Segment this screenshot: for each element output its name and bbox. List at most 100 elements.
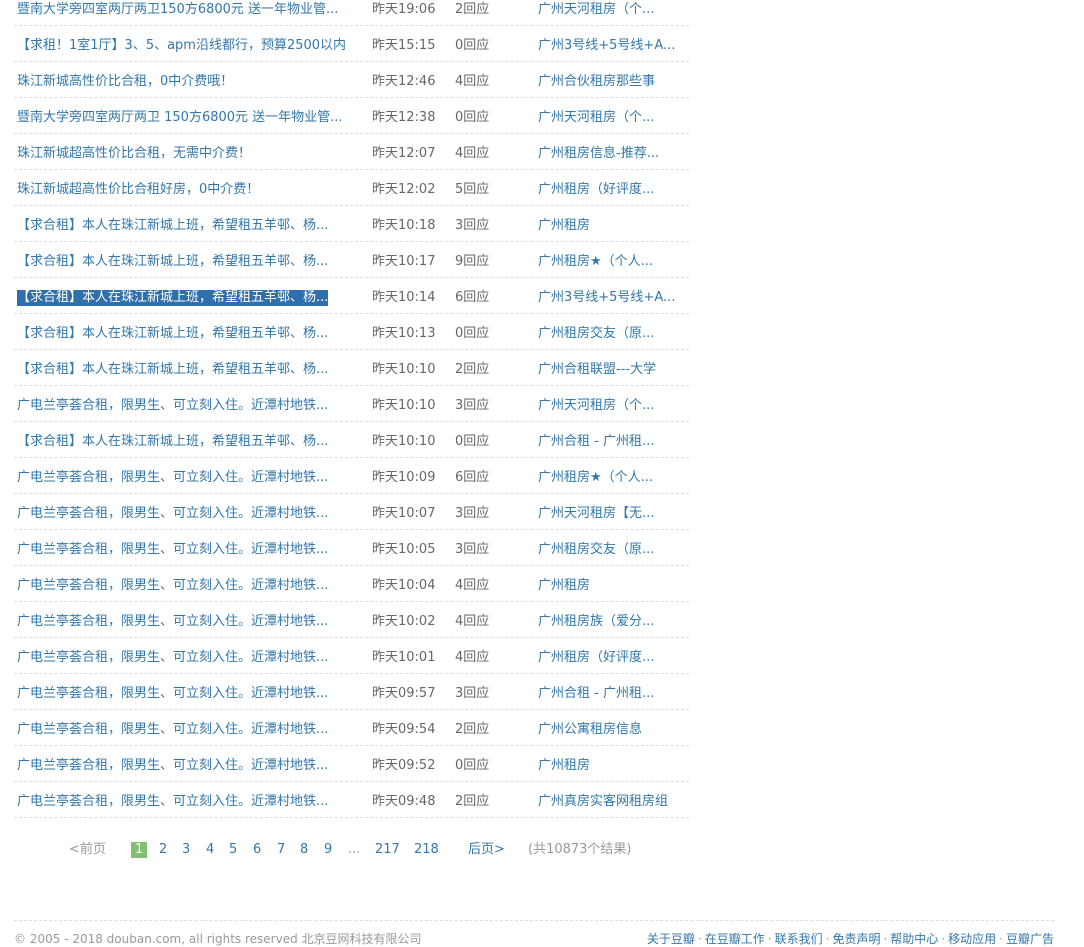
reply-count: 0回应 bbox=[455, 434, 490, 449]
group-name-link[interactable]: 广州合伙租房那些事 bbox=[538, 74, 655, 90]
topic-title-link[interactable]: 【求合租】本人在珠江新城上班，希望租五羊邨、杨... bbox=[17, 326, 328, 342]
table-row: 广电兰亭荟合租，限男生、可立刻入住。近潭村地铁... 昨天10:07 3回应 广州天河… bbox=[14, 494, 689, 530]
topic-title-link[interactable]: 广电兰亭荟合租，限男生、可立刻入住。近潭村地铁... bbox=[17, 650, 328, 666]
group-name-link[interactable]: 广州租房族（爱分... bbox=[538, 614, 654, 630]
table-row: 【求租！1室1厅】3、5、apm沿线都行，预算2500以内 昨天15:15 0回应 广… bbox=[14, 26, 689, 62]
topic-title-link[interactable]: 暨南大学旁四室两厅两卫150方6800元 送一年物业管... bbox=[17, 2, 338, 18]
topic-title-link[interactable]: 广电兰亭荟合租，限男生、可立刻入住。近潭村地铁... bbox=[17, 614, 328, 630]
topic-title-link[interactable]: 【求租！1室1厅】3、5、apm沿线都行，预算2500以内 bbox=[17, 38, 346, 54]
topic-title-link[interactable]: 广电兰亭荟合租，限男生、可立刻入住。近潭村地铁... bbox=[17, 758, 328, 774]
group-name-link[interactable]: 广州合租联盟---大学 bbox=[538, 362, 656, 378]
group-name-link[interactable]: 广州租房★（个人... bbox=[538, 254, 653, 270]
topic-title-link[interactable]: 珠江新城超高性价比合租好房，0中介费！ bbox=[17, 182, 259, 198]
footer-link[interactable]: 联系我们 bbox=[775, 932, 823, 946]
page-link-5[interactable]: 5 bbox=[229, 842, 237, 858]
group-name-link[interactable]: 广州3号线+5号线+A... bbox=[538, 38, 675, 54]
topic-title-link[interactable]: 【求合租】本人在珠江新城上班，希望租五羊邨、杨... bbox=[17, 254, 328, 270]
post-time: 昨天10:17 bbox=[372, 254, 436, 269]
topic-title-link[interactable]: 珠江新城超高性价比合租，无需中介费！ bbox=[17, 146, 251, 162]
group-name-link[interactable]: 广州租房 bbox=[538, 758, 590, 774]
table-row: 广电兰亭荟合租，限男生、可立刻入住。近潭村地铁... 昨天10:05 3回应 广州租房… bbox=[14, 530, 689, 566]
reply-count: 4回应 bbox=[455, 614, 490, 629]
group-name-link[interactable]: 广州3号线+5号线+A... bbox=[538, 290, 675, 306]
table-row: 【求合租】本人在珠江新城上班，希望租五羊邨、杨... 昨天10:17 9回应 广州租房… bbox=[14, 242, 689, 278]
topic-title-link[interactable]: 广电兰亭荟合租，限男生、可立刻入住。近潭村地铁... bbox=[17, 542, 328, 558]
topic-title-link[interactable]: 广电兰亭荟合租，限男生、可立刻入住。近潭村地铁... bbox=[17, 686, 328, 702]
footer-separator: · bbox=[825, 932, 830, 946]
group-name-link[interactable]: 广州天河租房（个... bbox=[538, 398, 654, 414]
group-name-link[interactable]: 广州租房交友（原... bbox=[538, 542, 654, 558]
table-row: 广电兰亭荟合租，限男生、可立刻入住。近潭村地铁... 昨天10:09 6回应 广州租房… bbox=[14, 458, 689, 494]
page-link-2[interactable]: 2 bbox=[159, 842, 167, 858]
topic-title-link[interactable]: 【求合租】本人在珠江新城上班，希望租五羊邨、杨... bbox=[17, 362, 328, 378]
topic-title-link[interactable]: 广电兰亭荟合租，限男生、可立刻入住。近潭村地铁... bbox=[17, 398, 328, 414]
group-name-link[interactable]: 广州真房实客网租房组 bbox=[538, 794, 668, 810]
page-link-218[interactable]: 218 bbox=[414, 842, 439, 858]
topic-title-link[interactable]: 广电兰亭荟合租，限男生、可立刻入住。近潭村地铁... bbox=[17, 794, 328, 810]
group-name-link[interactable]: 广州租房（好评度... bbox=[538, 182, 654, 198]
page-link-7[interactable]: 7 bbox=[277, 842, 285, 858]
topic-title-link[interactable]: 【求合租】本人在珠江新城上班，希望租五羊邨、杨... bbox=[17, 434, 328, 450]
footer-link[interactable]: 豆瓣广告 bbox=[1006, 932, 1054, 946]
table-row: 暨南大学旁四室两厅两卫 150方6800元 送一年物业管... 昨天12:38 0回… bbox=[14, 98, 689, 134]
post-time: 昨天12:38 bbox=[372, 110, 436, 125]
group-name-link[interactable]: 广州租房 bbox=[538, 218, 590, 234]
table-row: 广电兰亭荟合租，限男生、可立刻入住。近潭村地铁... 昨天10:04 4回应 广州租房 bbox=[14, 566, 689, 602]
reply-count: 9回应 bbox=[455, 254, 490, 269]
footer: © 2005 - 2018 douban.com, all rights res… bbox=[14, 920, 1054, 946]
reply-count: 6回应 bbox=[455, 290, 490, 305]
group-name-link[interactable]: 广州天河租房【无... bbox=[538, 506, 654, 522]
reply-count: 0回应 bbox=[455, 758, 490, 773]
post-time: 昨天09:48 bbox=[372, 794, 436, 809]
topic-title-link[interactable]: 广电兰亭荟合租，限男生、可立刻入住。近潭村地铁... bbox=[17, 722, 328, 738]
footer-link[interactable]: 移动应用 bbox=[948, 932, 996, 946]
table-row: 【求合租】本人在珠江新城上班，希望租五羊邨、杨... 昨天10:10 0回应 广州合租… bbox=[14, 422, 689, 458]
group-name-link[interactable]: 广州合租 - 广州租... bbox=[538, 434, 654, 450]
topic-title-link[interactable]: 广电兰亭荟合租，限男生、可立刻入住。近潭村地铁... bbox=[17, 506, 328, 522]
table-row: 【求合租】本人在珠江新城上班，希望租五羊邨、杨... 昨天10:18 3回应 广州租房 bbox=[14, 206, 689, 242]
reply-count: 0回应 bbox=[455, 326, 490, 341]
group-name-link[interactable]: 广州租房交友（原... bbox=[538, 326, 654, 342]
post-time: 昨天10:07 bbox=[372, 506, 436, 521]
page-link-8[interactable]: 8 bbox=[300, 842, 308, 858]
page-link-6[interactable]: 6 bbox=[253, 842, 261, 858]
group-name-link[interactable]: 广州租房 bbox=[538, 578, 590, 594]
page-link-217[interactable]: 217 bbox=[375, 842, 400, 858]
table-row: 广电兰亭荟合租，限男生、可立刻入住。近潭村地铁... 昨天09:54 2回应 广州公寓… bbox=[14, 710, 689, 746]
group-name-link[interactable]: 广州天河租房（个... bbox=[538, 2, 654, 18]
group-name-link[interactable]: 广州天河租房（个... bbox=[538, 110, 654, 126]
reply-count: 0回应 bbox=[455, 110, 490, 125]
reply-count: 3回应 bbox=[455, 218, 490, 233]
page-link-9[interactable]: 9 bbox=[324, 842, 332, 858]
post-time: 昨天10:09 bbox=[372, 470, 436, 485]
next-page-link[interactable]: 后页> bbox=[468, 842, 505, 858]
table-row: 广电兰亭荟合租，限男生、可立刻入住。近潭村地铁... 昨天10:02 4回应 广州租房… bbox=[14, 602, 689, 638]
footer-link[interactable]: 帮助中心 bbox=[890, 932, 938, 946]
page-link-3[interactable]: 3 bbox=[182, 842, 190, 858]
table-row: 广电兰亭荟合租，限男生、可立刻入住。近潭村地铁... 昨天10:10 3回应 广州天河… bbox=[14, 386, 689, 422]
footer-link[interactable]: 在豆瓣工作 bbox=[705, 932, 765, 946]
table-row: 珠江新城超高性价比合租，无需中介费！ 昨天12:07 4回应 广州租房信息-推荐... bbox=[14, 134, 689, 170]
topic-title-link[interactable]: 珠江新城高性价比合租，0中介费哦！ bbox=[17, 74, 233, 90]
table-row: 广电兰亭荟合租，限男生、可立刻入住。近潭村地铁... 昨天09:57 3回应 广州合租… bbox=[14, 674, 689, 710]
footer-links: 关于豆瓣 · 在豆瓣工作 · 联系我们 · 免责声明 · 帮助中心 · 移动应用 · 豆瓣广告 bbox=[647, 930, 1054, 947]
topic-title-link[interactable]: 广电兰亭荟合租，限男生、可立刻入住。近潭村地铁... bbox=[17, 470, 328, 486]
group-name-link[interactable]: 广州公寓租房信息 bbox=[538, 722, 642, 738]
table-row: 广电兰亭荟合租，限男生、可立刻入住。近潭村地铁... 昨天10:01 4回应 广州租房… bbox=[14, 638, 689, 674]
footer-separator: · bbox=[883, 932, 888, 946]
footer-link[interactable]: 关于豆瓣 bbox=[647, 932, 695, 946]
group-name-link[interactable]: 广州合租 - 广州租... bbox=[538, 686, 654, 702]
reply-count: 6回应 bbox=[455, 470, 490, 485]
topic-title-link[interactable]: 广电兰亭荟合租，限男生、可立刻入住。近潭村地铁... bbox=[17, 578, 328, 594]
group-name-link[interactable]: 广州租房信息-推荐... bbox=[538, 146, 659, 162]
footer-link[interactable]: 免责声明 bbox=[832, 932, 880, 946]
topic-title-link[interactable]: 【求合租】本人在珠江新城上班，希望租五羊邨、杨... bbox=[17, 290, 329, 306]
group-name-link[interactable]: 广州租房★（个人... bbox=[538, 470, 653, 486]
reply-count: 3回应 bbox=[455, 542, 490, 557]
pagination-ellipsis: ... bbox=[348, 842, 361, 857]
post-time: 昨天10:10 bbox=[372, 362, 436, 377]
page-link-4[interactable]: 4 bbox=[206, 842, 214, 858]
group-name-link[interactable]: 广州租房（好评度... bbox=[538, 650, 654, 666]
topic-title-link[interactable]: 【求合租】本人在珠江新城上班，希望租五羊邨、杨... bbox=[17, 218, 328, 234]
topic-title-link[interactable]: 暨南大学旁四室两厅两卫 150方6800元 送一年物业管... bbox=[17, 110, 343, 126]
